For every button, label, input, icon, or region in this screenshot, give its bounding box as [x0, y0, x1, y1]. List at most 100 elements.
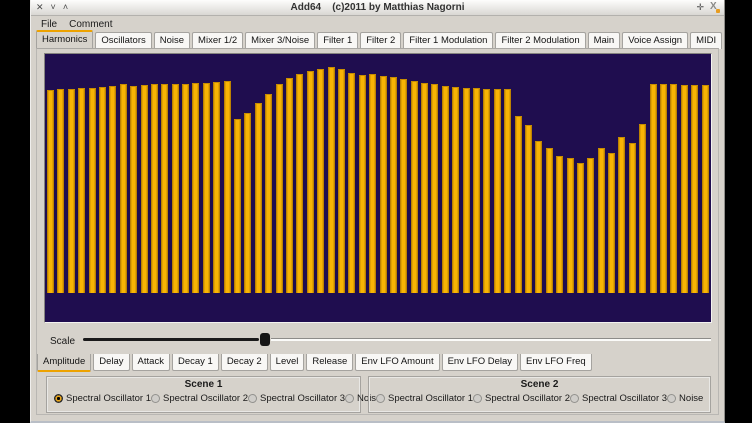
- harmonic-bar-31[interactable]: [359, 75, 366, 293]
- harmonic-bar-10[interactable]: [141, 85, 148, 293]
- radio-dot[interactable]: [667, 394, 676, 403]
- slider-groove-empty[interactable]: [271, 338, 711, 341]
- harmonic-bar-46[interactable]: [515, 116, 522, 293]
- harmonic-bar-5[interactable]: [89, 88, 96, 293]
- radio-dot[interactable]: [54, 394, 63, 403]
- radio-dot[interactable]: [151, 394, 160, 403]
- harmonic-bar-63[interactable]: [691, 85, 698, 293]
- harmonic-bar-26[interactable]: [307, 71, 314, 293]
- harmonic-bar-54[interactable]: [598, 148, 605, 293]
- tab-harmonics[interactable]: Harmonics: [36, 30, 93, 49]
- harmonic-bar-50[interactable]: [556, 156, 563, 293]
- harmonic-bar-1[interactable]: [47, 90, 54, 293]
- radio-dot[interactable]: [345, 394, 354, 403]
- harmonic-bar-57[interactable]: [629, 143, 636, 293]
- tab-mixer-3-noise[interactable]: Mixer 3/Noise: [245, 32, 315, 49]
- harmonic-bar-7[interactable]: [109, 86, 116, 293]
- harmonic-bar-9[interactable]: [130, 86, 137, 293]
- tab-filter-2[interactable]: Filter 2: [360, 32, 401, 49]
- title-bar[interactable]: ✕ ˅ ˄ Add64 (c)2011 by Matthias Nagorni …: [31, 0, 724, 16]
- harmonic-bar-22[interactable]: [265, 94, 272, 293]
- harmonic-bar-55[interactable]: [608, 153, 615, 293]
- scale-slider[interactable]: [83, 332, 711, 347]
- tab-filter-1-modulation[interactable]: Filter 1 Modulation: [403, 32, 493, 49]
- harmonic-bar-39[interactable]: [442, 86, 449, 293]
- tab-voice-assign[interactable]: Voice Assign: [622, 32, 688, 49]
- slider-handle[interactable]: [260, 333, 270, 346]
- close-icon[interactable]: ✕: [36, 1, 44, 14]
- harmonic-bar-64[interactable]: [702, 85, 709, 293]
- harmonic-bar-58[interactable]: [639, 124, 646, 293]
- harmonic-bar-49[interactable]: [546, 148, 553, 293]
- radio-scene-2-spectral-oscillator-2[interactable]: Spectral Oscillator 2: [473, 393, 570, 404]
- harmonic-bar-3[interactable]: [68, 89, 75, 293]
- harmonic-bar-13[interactable]: [172, 84, 179, 293]
- env-tab-decay-1[interactable]: Decay 1: [172, 354, 219, 371]
- harmonic-bar-29[interactable]: [338, 69, 345, 293]
- harmonics-bar-display[interactable]: [44, 53, 712, 323]
- harmonic-bar-36[interactable]: [411, 81, 418, 293]
- maximize-icon[interactable]: ˄: [63, 1, 68, 14]
- env-tab-attack[interactable]: Attack: [132, 354, 170, 371]
- tab-main[interactable]: Main: [588, 32, 621, 49]
- radio-dot[interactable]: [570, 394, 579, 403]
- harmonic-bar-12[interactable]: [161, 84, 168, 293]
- radio-dot[interactable]: [248, 394, 257, 403]
- radio-scene-2-spectral-oscillator-1[interactable]: Spectral Oscillator 1: [376, 393, 473, 404]
- radio-dot[interactable]: [376, 394, 385, 403]
- env-tab-decay-2[interactable]: Decay 2: [221, 354, 268, 371]
- menu-item-comment[interactable]: Comment: [63, 18, 118, 31]
- radio-scene-1-spectral-oscillator-1[interactable]: Spectral Oscillator 1: [54, 393, 151, 404]
- harmonic-bar-42[interactable]: [473, 88, 480, 293]
- radio-scene-2-spectral-oscillator-3[interactable]: Spectral Oscillator 3: [570, 393, 667, 404]
- radio-scene-1-spectral-oscillator-2[interactable]: Spectral Oscillator 2: [151, 393, 248, 404]
- harmonic-bar-28[interactable]: [328, 67, 335, 293]
- harmonic-bar-51[interactable]: [567, 158, 574, 293]
- harmonic-bar-33[interactable]: [380, 76, 387, 293]
- env-tab-amplitude[interactable]: Amplitude: [37, 354, 91, 372]
- harmonic-bar-16[interactable]: [203, 83, 210, 293]
- harmonic-bar-19[interactable]: [234, 119, 241, 293]
- radio-dot[interactable]: [473, 394, 482, 403]
- env-tab-release[interactable]: Release: [306, 354, 353, 371]
- tab-filter-2-modulation[interactable]: Filter 2 Modulation: [495, 32, 585, 49]
- harmonic-bar-45[interactable]: [504, 89, 511, 293]
- env-tab-env-lfo-amount[interactable]: Env LFO Amount: [355, 354, 439, 371]
- harmonic-bar-60[interactable]: [660, 84, 667, 293]
- harmonic-bar-38[interactable]: [431, 84, 438, 293]
- harmonic-bar-14[interactable]: [182, 84, 189, 293]
- env-tab-delay[interactable]: Delay: [93, 354, 129, 371]
- harmonic-bar-35[interactable]: [400, 79, 407, 293]
- shade-icon[interactable]: ˅: [51, 1, 56, 14]
- harmonic-bar-53[interactable]: [587, 158, 594, 293]
- env-tab-level[interactable]: Level: [270, 354, 305, 371]
- harmonic-bar-43[interactable]: [483, 89, 490, 293]
- harmonic-bar-6[interactable]: [99, 87, 106, 293]
- harmonic-bar-20[interactable]: [244, 113, 251, 293]
- menu-item-file[interactable]: File: [35, 18, 63, 31]
- harmonic-bar-34[interactable]: [390, 77, 397, 293]
- slider-groove-filled[interactable]: [83, 338, 259, 341]
- harmonic-bar-21[interactable]: [255, 103, 262, 293]
- radio-scene-1-spectral-oscillator-3[interactable]: Spectral Oscillator 3: [248, 393, 345, 404]
- harmonic-bar-47[interactable]: [525, 125, 532, 293]
- harmonic-bar-23[interactable]: [276, 84, 283, 293]
- harmonic-bar-40[interactable]: [452, 87, 459, 293]
- radio-scene-2-noise[interactable]: Noise: [667, 393, 703, 404]
- tab-oscillators[interactable]: Oscillators: [95, 32, 151, 49]
- harmonic-bar-8[interactable]: [120, 84, 127, 293]
- tab-noise[interactable]: Noise: [154, 32, 190, 49]
- harmonic-bar-24[interactable]: [286, 78, 293, 293]
- harmonic-bar-30[interactable]: [348, 73, 355, 293]
- harmonic-bar-44[interactable]: [494, 89, 501, 293]
- harmonic-bar-56[interactable]: [618, 137, 625, 293]
- harmonic-bar-52[interactable]: [577, 163, 584, 293]
- harmonic-bar-59[interactable]: [650, 84, 657, 293]
- tab-filter-1[interactable]: Filter 1: [317, 32, 358, 49]
- harmonic-bar-25[interactable]: [296, 74, 303, 293]
- harmonic-bar-4[interactable]: [78, 88, 85, 293]
- tab-mixer-1-2[interactable]: Mixer 1/2: [192, 32, 243, 49]
- harmonic-bar-11[interactable]: [151, 84, 158, 293]
- harmonic-bar-27[interactable]: [317, 69, 324, 293]
- pin-icon[interactable]: ✛: [696, 1, 704, 14]
